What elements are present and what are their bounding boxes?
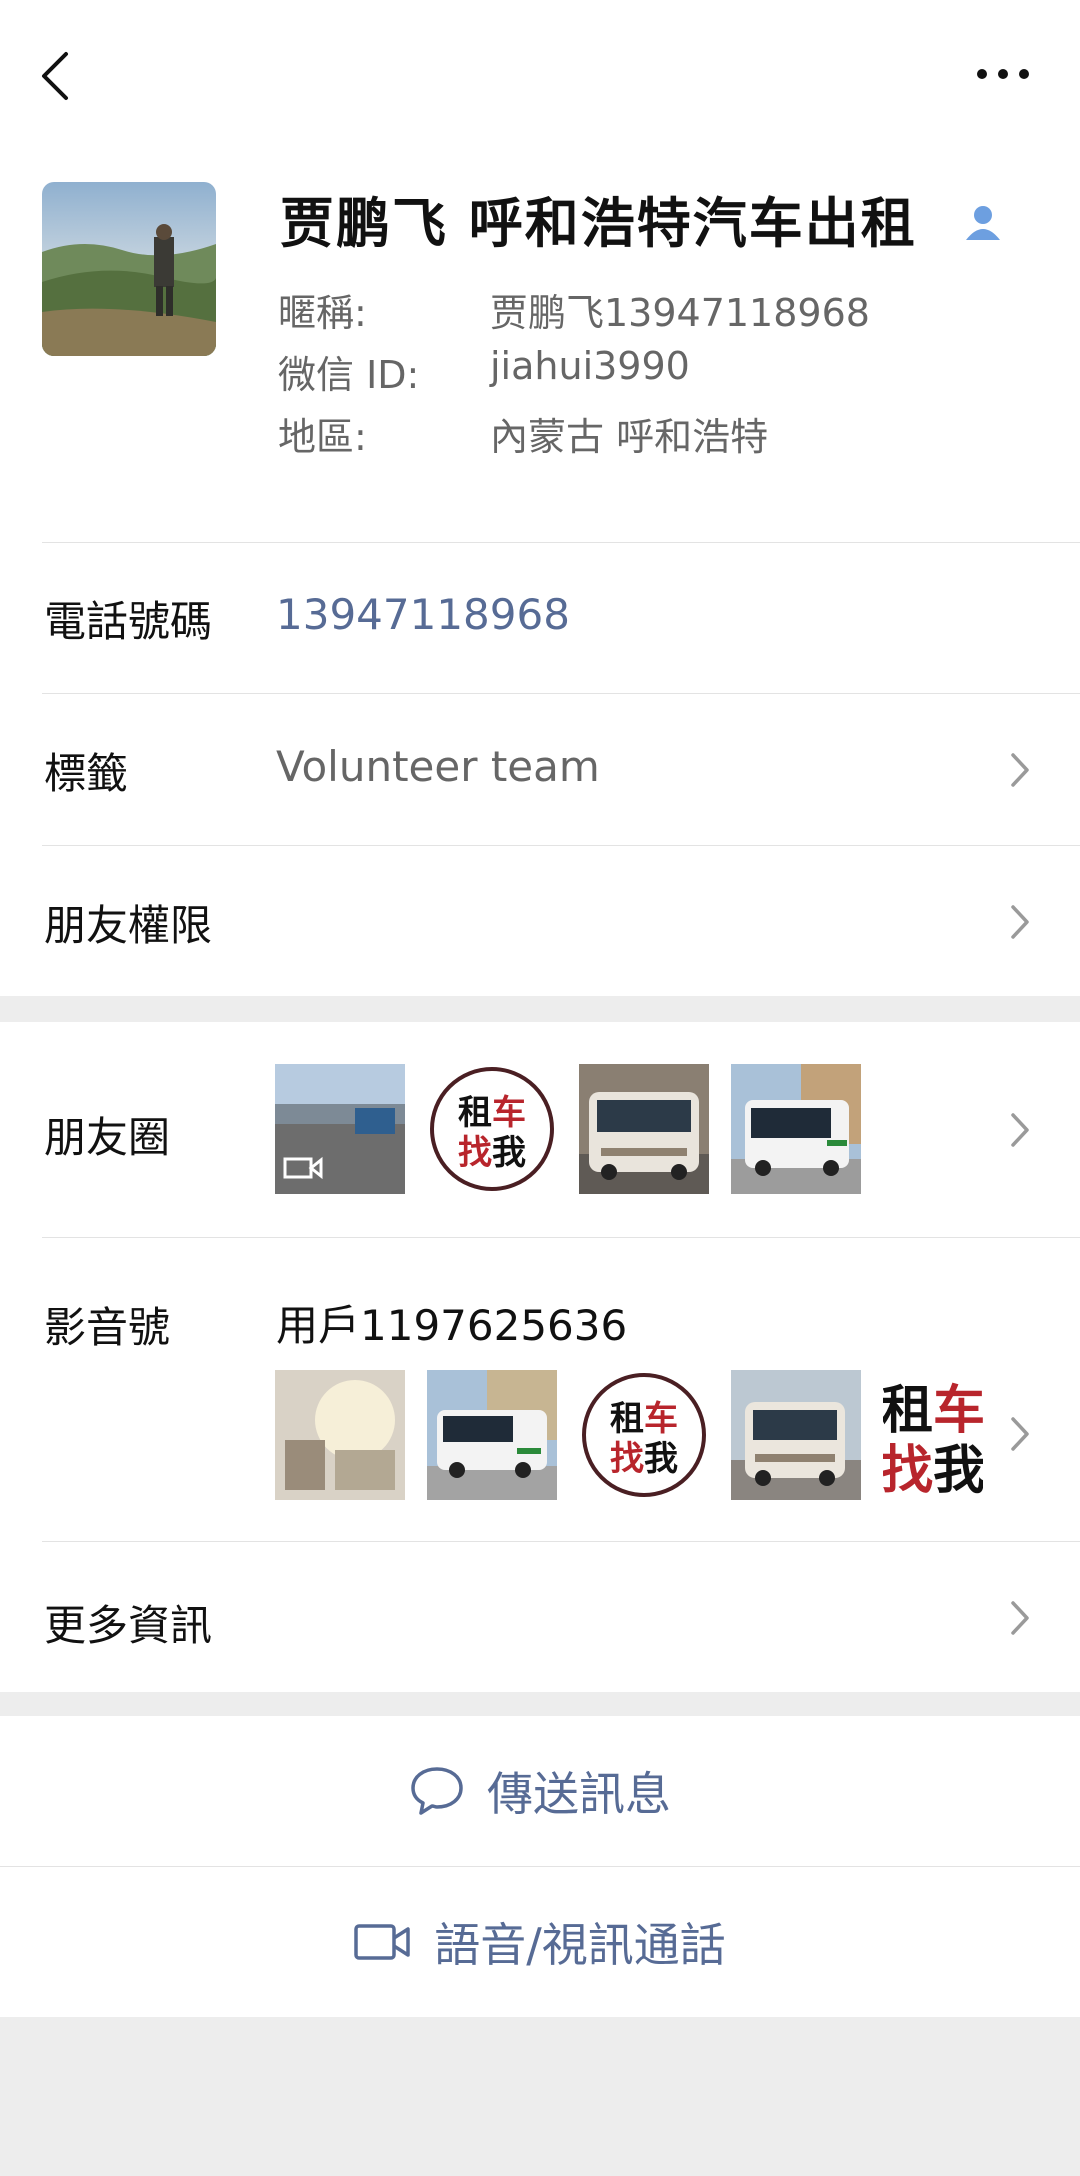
permissions-label: 朋友權限 xyxy=(44,901,213,950)
channels-thumb[interactable] xyxy=(275,1370,405,1500)
contact-profile-page: 贾鹏飞 呼和浩特汽车出租 暱稱: 贾鹏飞13947118968 微信 ID: j… xyxy=(0,0,1080,2176)
channels-thumb[interactable]: 租车 找我 xyxy=(883,1370,983,1500)
channels-thumb[interactable] xyxy=(427,1370,557,1500)
send-message-button[interactable]: 傳送訊息 xyxy=(0,1716,1080,1866)
channels-thumb[interactable]: 租车 找我 xyxy=(579,1370,709,1500)
avatar[interactable] xyxy=(42,182,216,356)
top-bar xyxy=(0,0,1080,150)
channels-label: 影音號 xyxy=(44,1303,171,1352)
svg-text:找我: 找我 xyxy=(458,1133,526,1173)
moments-row[interactable]: 朋友圈 租车 找我 xyxy=(0,1022,1080,1236)
channels-user: 用戶1197625636 xyxy=(276,1301,628,1350)
chevron-left-icon[interactable] xyxy=(36,48,76,104)
chat-bubble-icon xyxy=(411,1767,463,1815)
nickname-label: 暱稱: xyxy=(278,291,367,335)
moments-thumb[interactable]: 租车 找我 xyxy=(427,1064,557,1194)
moments-thumb[interactable] xyxy=(275,1064,405,1194)
profile-name: 贾鹏飞 呼和浩特汽车出租 xyxy=(280,192,917,255)
channels-thumb[interactable] xyxy=(731,1370,861,1500)
phone-row[interactable]: 電話號碼 13947118968 xyxy=(0,542,1080,692)
profile-header: 贾鹏飞 呼和浩特汽车出租 暱稱: 贾鹏飞13947118968 微信 ID: j… xyxy=(0,150,1080,542)
svg-text:租车: 租车 xyxy=(458,1093,526,1133)
video-camera-icon xyxy=(354,1924,410,1960)
nickname-value: 贾鹏飞13947118968 xyxy=(490,291,870,335)
details-section: 電話號碼 13947118968 標籤 Volunteer team 朋友權限 xyxy=(0,542,1080,996)
chevron-right-icon xyxy=(1011,753,1029,787)
wechat-id-value: jiahui3990 xyxy=(490,344,690,388)
moments-thumb[interactable] xyxy=(731,1064,861,1194)
chevron-right-icon xyxy=(1011,905,1029,939)
region-value: 內蒙古 呼和浩特 xyxy=(490,415,769,459)
svg-text:租车: 租车 xyxy=(883,1381,983,1441)
tags-label: 標籤 xyxy=(44,749,129,798)
chevron-right-icon xyxy=(1011,1113,1029,1147)
channels-row[interactable]: 影音號 用戶1197625636 租车 找我 租车 找我 xyxy=(0,1238,1080,1540)
person-icon xyxy=(966,206,1000,240)
svg-text:租车: 租车 xyxy=(610,1399,678,1439)
phone-value[interactable]: 13947118968 xyxy=(276,590,570,639)
tags-row[interactable]: 標籤 Volunteer team xyxy=(0,694,1080,844)
tags-value: Volunteer team xyxy=(276,742,600,791)
more-info-label: 更多資訊 xyxy=(44,1601,213,1650)
call-label: 語音/視訊通話 xyxy=(434,1918,726,1972)
moments-thumb[interactable] xyxy=(579,1064,709,1194)
phone-label: 電話號碼 xyxy=(44,597,213,646)
wechat-id-label: 微信 ID: xyxy=(278,353,420,397)
chevron-right-icon xyxy=(1011,1601,1029,1635)
voice-video-call-button[interactable]: 語音/視訊通話 xyxy=(0,1867,1080,2017)
more-dots-icon[interactable] xyxy=(976,62,1030,86)
moments-label: 朋友圈 xyxy=(44,1113,171,1162)
send-message-label: 傳送訊息 xyxy=(487,1767,671,1821)
svg-text:找我: 找我 xyxy=(610,1439,678,1479)
media-section: 朋友圈 租车 找我 影音號 用戶1197625636 租车 找我 租车 找我 更… xyxy=(0,1022,1080,1692)
permissions-row[interactable]: 朋友權限 xyxy=(0,846,1080,996)
more-info-row[interactable]: 更多資訊 xyxy=(0,1542,1080,1692)
chevron-right-icon xyxy=(1011,1417,1029,1451)
region-label: 地區: xyxy=(278,415,367,459)
svg-text:找我: 找我 xyxy=(883,1441,983,1500)
